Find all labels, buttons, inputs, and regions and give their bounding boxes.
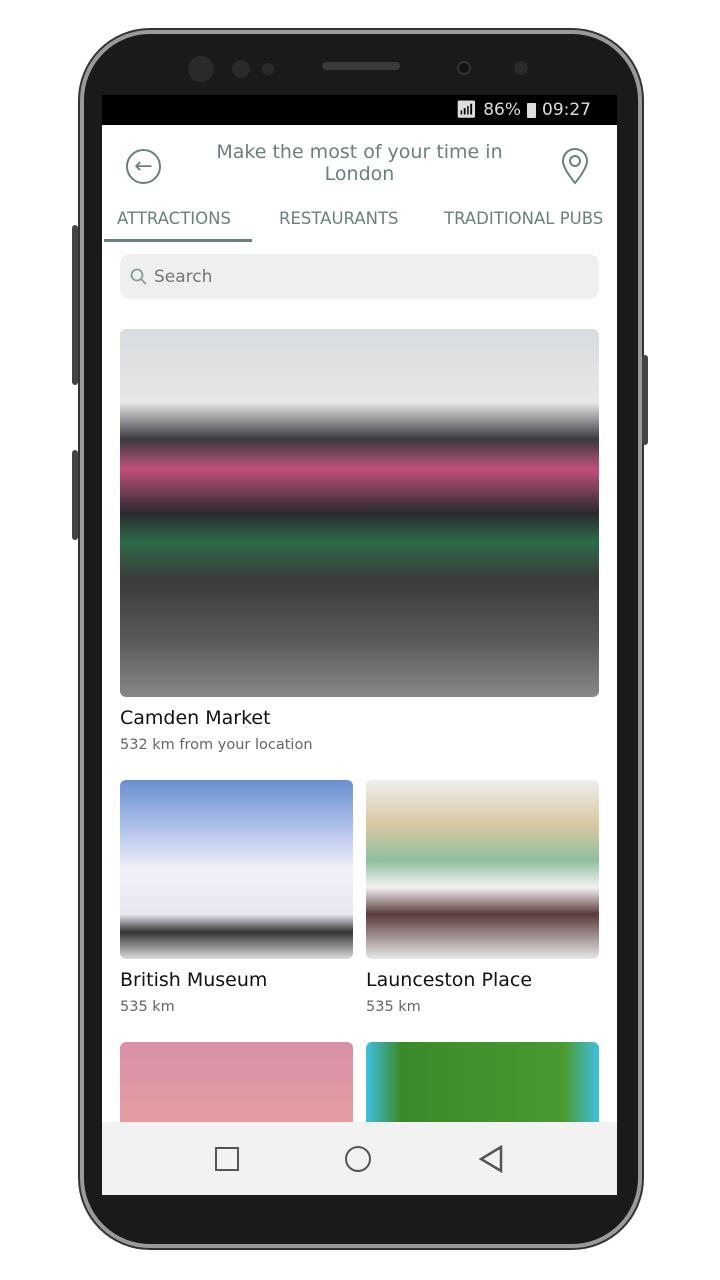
page-title: Make the most of your time in London (216, 141, 503, 185)
triangle-back-icon[interactable] (478, 1144, 504, 1173)
place-title[interactable]: Camden Market (120, 707, 271, 729)
circle-home-icon[interactable] (345, 1145, 372, 1172)
battery-icon (527, 102, 536, 118)
square-recents-icon[interactable] (215, 1146, 240, 1171)
battery-percent: 86% (483, 100, 521, 120)
front-camera-icon (457, 61, 471, 75)
app-screen: ← Make the most of your time in London A… (102, 125, 617, 1122)
tab-restaurants[interactable]: RESTAURANTS (279, 209, 399, 228)
sensor-icon (514, 61, 528, 75)
sensor-icon (188, 56, 214, 82)
place-title[interactable]: Launceston Place (366, 969, 532, 991)
speaker (322, 62, 400, 70)
back-button[interactable]: ← (126, 149, 161, 184)
place-image[interactable] (120, 1042, 353, 1122)
place-distance: 535 km (120, 999, 175, 1015)
search-input[interactable] (154, 266, 554, 287)
status-bar: 📶︎ 86% 09:27 (102, 95, 617, 125)
sensor-icon (232, 60, 250, 78)
search-icon (130, 268, 147, 285)
arrow-left-icon: ← (134, 154, 153, 179)
tab-bar: ATTRACTIONS RESTAURANTS TRADITIONAL PUBS (102, 207, 617, 243)
volume-button (72, 225, 78, 385)
place-title[interactable]: British Museum (120, 969, 267, 991)
clock: 09:27 (542, 100, 591, 120)
android-nav-bar (102, 1122, 617, 1195)
british-museum-image[interactable] (120, 780, 353, 959)
map-pin-icon[interactable] (560, 147, 590, 185)
bixby-button (72, 450, 78, 540)
sensor-icon (262, 63, 274, 75)
place-distance: 535 km (366, 999, 421, 1015)
search-bar[interactable] (120, 254, 599, 299)
launceston-place-image[interactable] (366, 780, 599, 959)
place-image[interactable] (366, 1042, 599, 1122)
power-button (642, 355, 648, 445)
wifi-icon: 📶︎ (455, 100, 478, 120)
tab-traditional-pubs[interactable]: TRADITIONAL PUBS (444, 209, 603, 228)
place-distance: 532 km from your location (120, 737, 313, 753)
active-tab-indicator (104, 239, 252, 242)
camden-market-image[interactable] (120, 329, 599, 697)
tab-attractions[interactable]: ATTRACTIONS (117, 209, 231, 228)
